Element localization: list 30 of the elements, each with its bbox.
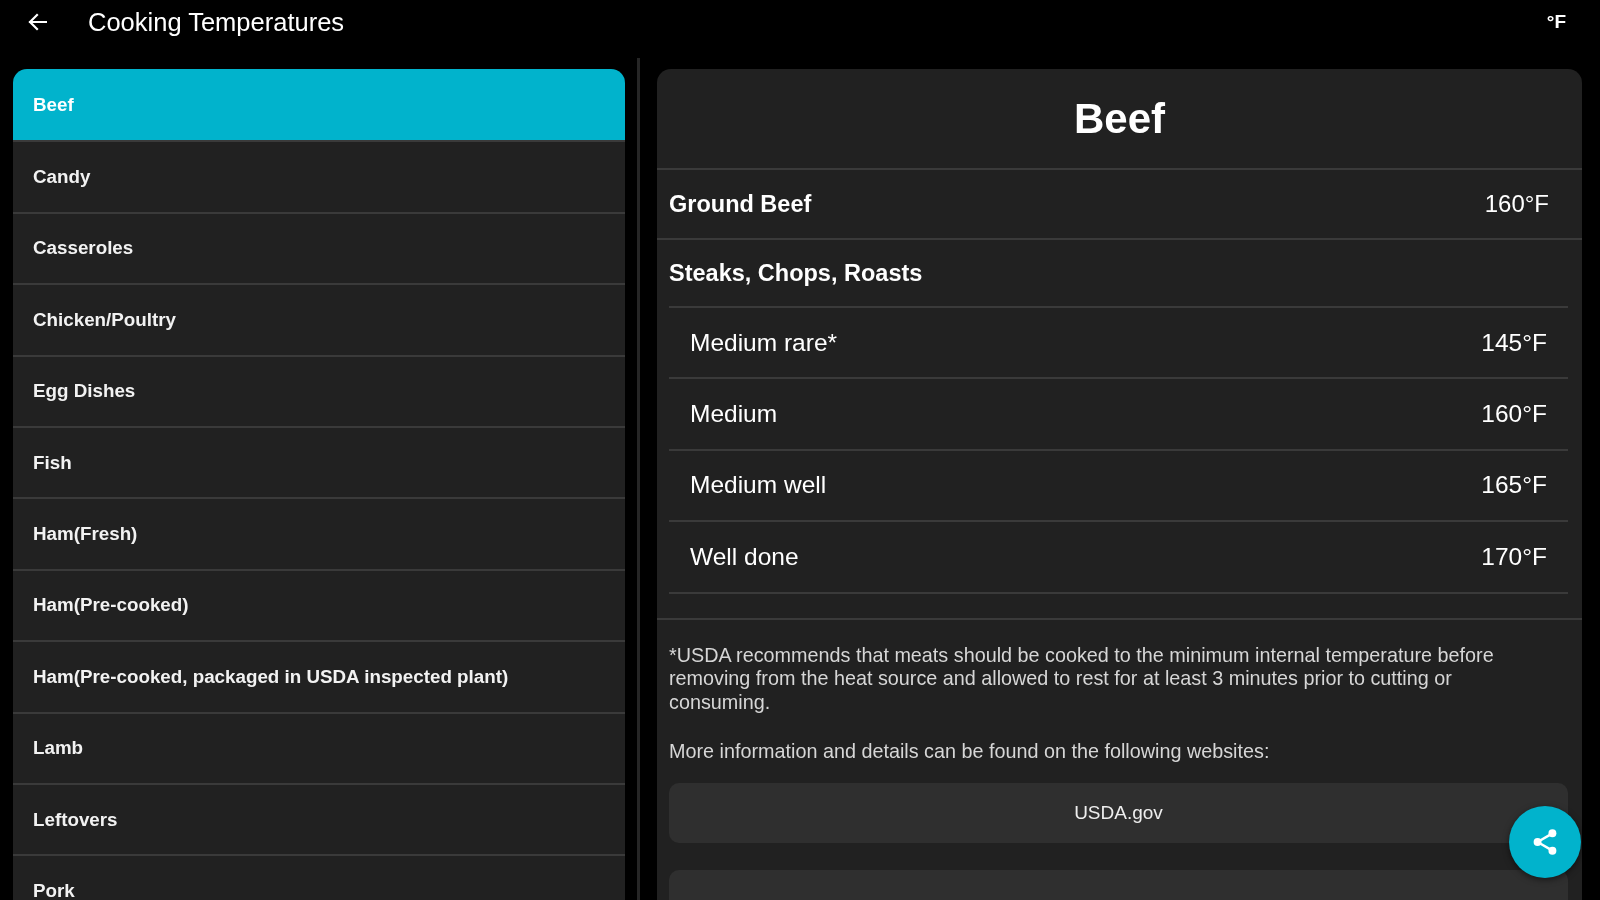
category-item[interactable]: Egg Dishes — [13, 354, 625, 426]
temperature-value: 170°F — [1481, 542, 1547, 571]
footnote-text: *USDA recommends that meats should be cooked to the minimum internal temperature before removing from the heat source and allowed to rest for at least 3 minutes prior to cutting or consuming. — [669, 643, 1495, 715]
back-arrow-icon — [27, 13, 47, 31]
website-link-button[interactable]: USDA.gov — [669, 783, 1568, 844]
category-item[interactable]: Casseroles — [13, 211, 625, 284]
doneness-label: Medium well — [690, 471, 827, 500]
category-item[interactable]: Chicken/Poultry — [13, 283, 625, 355]
share-icon — [1533, 829, 1557, 855]
category-item[interactable]: Candy — [13, 140, 625, 212]
category-item[interactable]: Ham(Pre-cooked) — [13, 568, 625, 641]
doneness-label: Medium — [690, 400, 778, 429]
category-item[interactable]: Ham(Pre-cooked, packaged in USDA inspected plant) — [13, 640, 625, 712]
category-item[interactable]: Ham(Fresh) — [13, 497, 625, 569]
temperature-value: 165°F — [1481, 471, 1547, 500]
category-item[interactable]: Fish — [13, 425, 625, 498]
temperature-value: 145°F — [1481, 328, 1547, 357]
doneness-label: Medium rare* — [690, 328, 838, 357]
category-item[interactable]: Pork — [13, 854, 625, 900]
group-heading: Steaks, Chops, Roasts — [669, 259, 923, 287]
info-text: More information and details can be found on the following websites: — [669, 739, 1271, 764]
temperature-value: 160°F — [1481, 400, 1547, 429]
screen-title: Cooking Temperatures — [88, 8, 346, 36]
category-item[interactable]: Lamb — [13, 711, 625, 783]
doneness-label: Well done — [690, 542, 799, 571]
category-item[interactable]: Leftovers — [13, 782, 625, 855]
unit-toggle[interactable]: °F — [1542, 8, 1570, 36]
cut-label: Ground Beef — [669, 190, 812, 218]
category-title: Beef — [1073, 93, 1165, 144]
temperature-value: 160°F — [1484, 190, 1549, 218]
